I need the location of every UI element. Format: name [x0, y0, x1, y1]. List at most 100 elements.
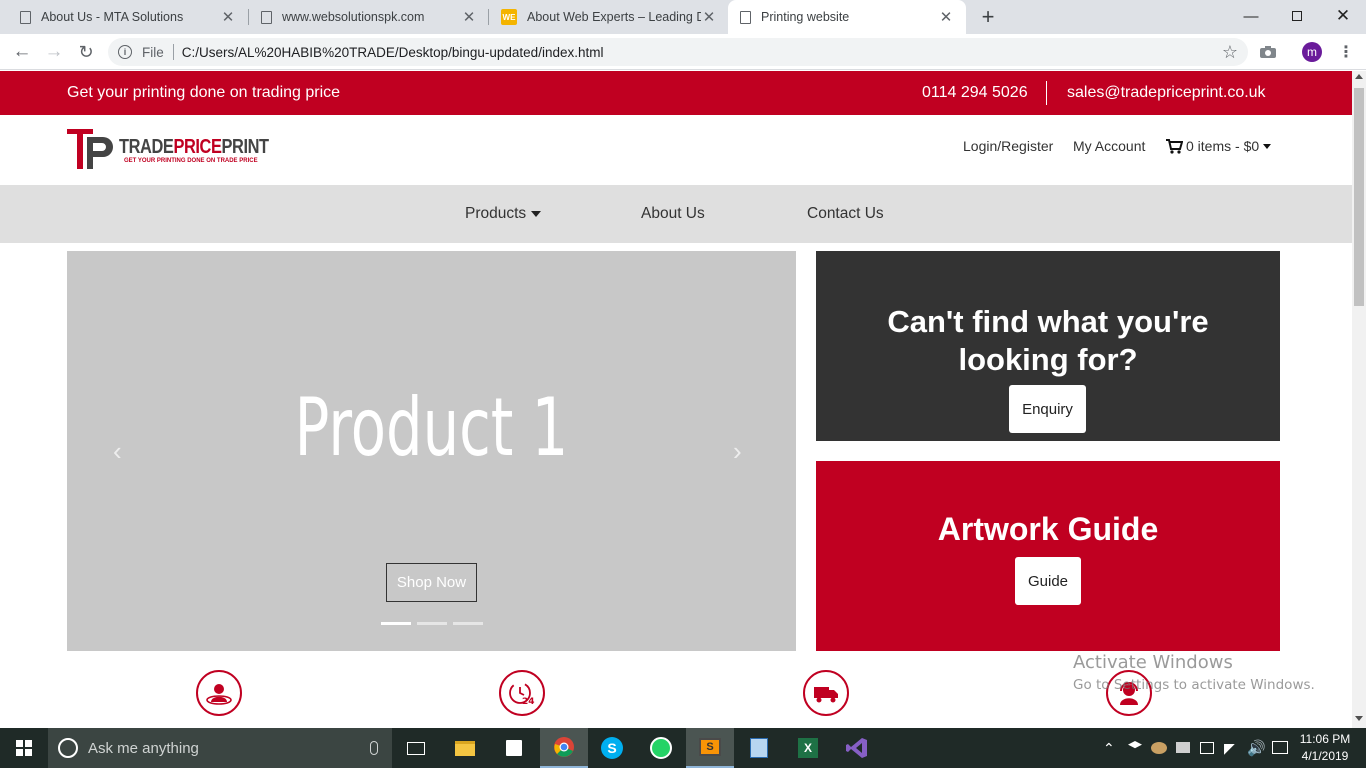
microphone-icon[interactable] — [370, 741, 378, 755]
logo-wordmark: TRADEPRICEPRINT — [119, 136, 269, 158]
minimize-icon[interactable]: — — [1228, 0, 1274, 32]
artwork-panel: Artwork Guide Guide — [816, 461, 1280, 651]
clock-date: 4/1/2019 — [1301, 749, 1349, 763]
caret-down-icon — [1263, 143, 1272, 149]
url-divider — [172, 44, 174, 60]
tray-overflow-icon[interactable]: ⌃ — [1103, 740, 1115, 757]
browser-tab-strip: About Us - MTA Solutions ✕ www.websoluti… — [0, 0, 1366, 34]
maximize-icon[interactable] — [1274, 0, 1320, 32]
slide-title: Product 1 — [294, 381, 569, 474]
activation-watermark-title: Activate Windows — [1073, 652, 1233, 673]
menu-kebab-icon[interactable]: ⋮ — [1334, 40, 1358, 64]
caret-down-icon — [531, 211, 542, 217]
guide-button[interactable]: Guide — [1015, 557, 1081, 605]
carousel-indicator[interactable] — [417, 622, 447, 625]
nav-products-label: Products — [465, 205, 527, 222]
carousel-indicator-active[interactable] — [381, 622, 411, 625]
login-register-link[interactable]: Login/Register — [963, 138, 1053, 154]
shop-now-button[interactable]: Shop Now — [386, 563, 477, 602]
wifi-icon[interactable]: ◤ — [1224, 740, 1235, 757]
document-icon — [261, 10, 272, 24]
back-icon[interactable]: ← — [10, 40, 34, 64]
browser-tab[interactable]: www.websolutionspk.com ✕ — [249, 0, 489, 34]
url-scheme-label: File — [142, 44, 164, 60]
enquiry-heading: Can't find what you're looking for? — [887, 304, 1209, 377]
document-icon — [740, 10, 751, 24]
my-account-link[interactable]: My Account — [1073, 138, 1145, 154]
cortana-icon — [58, 738, 78, 758]
chrome-taskbar-icon[interactable] — [540, 728, 588, 768]
top-info-bar: Get your printing done on trading price … — [0, 71, 1352, 115]
nav-products[interactable]: Products — [465, 185, 542, 243]
close-icon[interactable]: ✕ — [461, 8, 477, 26]
scroll-up-icon[interactable] — [1355, 74, 1363, 79]
excel-icon[interactable]: X — [784, 728, 832, 768]
nav-contact[interactable]: Contact Us — [807, 185, 884, 243]
bookmark-star-icon[interactable]: ☆ — [1222, 42, 1238, 63]
virtualbox-icon[interactable] — [735, 728, 783, 768]
enquiry-panel: Can't find what you're looking for? Enqu… — [816, 251, 1280, 441]
site-logo[interactable]: TRADEPRICEPRINT GET YOUR PRINTING DONE O… — [67, 127, 269, 173]
task-view-icon[interactable] — [392, 728, 440, 768]
windows-taskbar: Ask me anything S S X ⌃ ◤ 🔊 11:06 PM 4/1… — [0, 728, 1366, 768]
nav-about[interactable]: About Us — [641, 185, 705, 243]
whatsapp-icon[interactable] — [637, 728, 685, 768]
artwork-heading: Artwork Guide — [937, 511, 1159, 547]
email-link[interactable]: sales@tradepriceprint.co.uk — [1067, 84, 1266, 102]
browser-tab-active[interactable]: Printing website ✕ — [728, 0, 966, 34]
scrollbar-thumb[interactable] — [1354, 88, 1364, 306]
topbar-divider — [1046, 81, 1047, 105]
close-icon[interactable]: ✕ — [220, 8, 236, 26]
forward-icon[interactable]: → — [42, 40, 66, 64]
store-icon[interactable] — [490, 728, 538, 768]
delivery-truck-icon — [803, 670, 849, 716]
logo-mark-icon — [67, 129, 113, 169]
notifications-icon[interactable] — [1272, 741, 1288, 754]
activation-watermark-text: Go to Settings to activate Windows. — [1073, 677, 1315, 693]
file-explorer-icon[interactable] — [441, 728, 489, 768]
visual-studio-icon[interactable] — [833, 728, 881, 768]
sublime-text-icon[interactable]: S — [686, 728, 734, 768]
skype-icon[interactable]: S — [588, 728, 636, 768]
profile-avatar[interactable]: m — [1302, 42, 1322, 62]
cart-dropdown[interactable]: 0 items - $0 — [1166, 138, 1272, 154]
window-close-icon[interactable]: ✕ — [1320, 0, 1366, 32]
phone-link[interactable]: 0114 294 5026 — [922, 84, 1028, 102]
info-icon[interactable]: i — [118, 45, 132, 59]
close-icon[interactable]: ✕ — [701, 8, 717, 26]
tray-device-icon[interactable] — [1176, 742, 1190, 753]
page-scrollbar[interactable] — [1352, 71, 1366, 728]
close-icon[interactable]: ✕ — [938, 8, 954, 26]
tagline: Get your printing done on trading price — [67, 84, 341, 101]
browser-tab[interactable]: About Us - MTA Solutions ✕ — [8, 0, 248, 34]
hero-carousel: ‹ › Product 1 Shop Now — [67, 251, 796, 651]
tray-network-adapter-icon[interactable] — [1200, 742, 1214, 754]
site-header: TRADEPRICEPRINT GET YOUR PRINTING DONE O… — [0, 115, 1352, 185]
browser-tab[interactable]: WE About Web Experts – Leading De ✕ — [489, 0, 729, 34]
cart-icon — [1166, 138, 1183, 154]
svg-text:24: 24 — [522, 697, 535, 707]
volume-icon[interactable]: 🔊 — [1247, 739, 1266, 757]
tray-app-icon[interactable] — [1151, 742, 1167, 754]
carousel-indicator[interactable] — [453, 622, 483, 625]
camera-icon[interactable] — [1256, 40, 1280, 64]
carousel-prev-icon[interactable]: ‹ — [113, 436, 122, 467]
document-icon — [20, 10, 31, 24]
taskbar-clock[interactable]: 11:06 PM 4/1/2019 — [1295, 731, 1355, 765]
site-favicon-icon: WE — [501, 9, 517, 25]
reload-icon[interactable]: ↻ — [74, 40, 98, 64]
new-tab-icon[interactable]: + — [976, 5, 1000, 29]
browser-toolbar: ← → ↻ i File C:/Users/AL%20HABIB%20TRADE… — [0, 34, 1366, 70]
enquiry-button[interactable]: Enquiry — [1009, 385, 1086, 433]
url-text[interactable]: C:/Users/AL%20HABIB%20TRADE/Desktop/bing… — [182, 45, 604, 60]
scroll-down-icon[interactable] — [1355, 716, 1363, 721]
tab-title: Printing website — [761, 10, 850, 24]
address-bar[interactable]: i File C:/Users/AL%20HABIB%20TRADE/Deskt… — [108, 38, 1248, 66]
cortana-search-box[interactable]: Ask me anything — [48, 728, 392, 768]
carousel-next-icon[interactable]: › — [733, 436, 742, 467]
main-nav: Products About Us Contact Us — [0, 185, 1352, 243]
dropbox-icon[interactable] — [1128, 741, 1142, 749]
windows-start-icon[interactable] — [0, 728, 48, 768]
customer-service-icon — [196, 670, 242, 716]
tab-title: About Web Experts – Leading De — [527, 10, 701, 24]
